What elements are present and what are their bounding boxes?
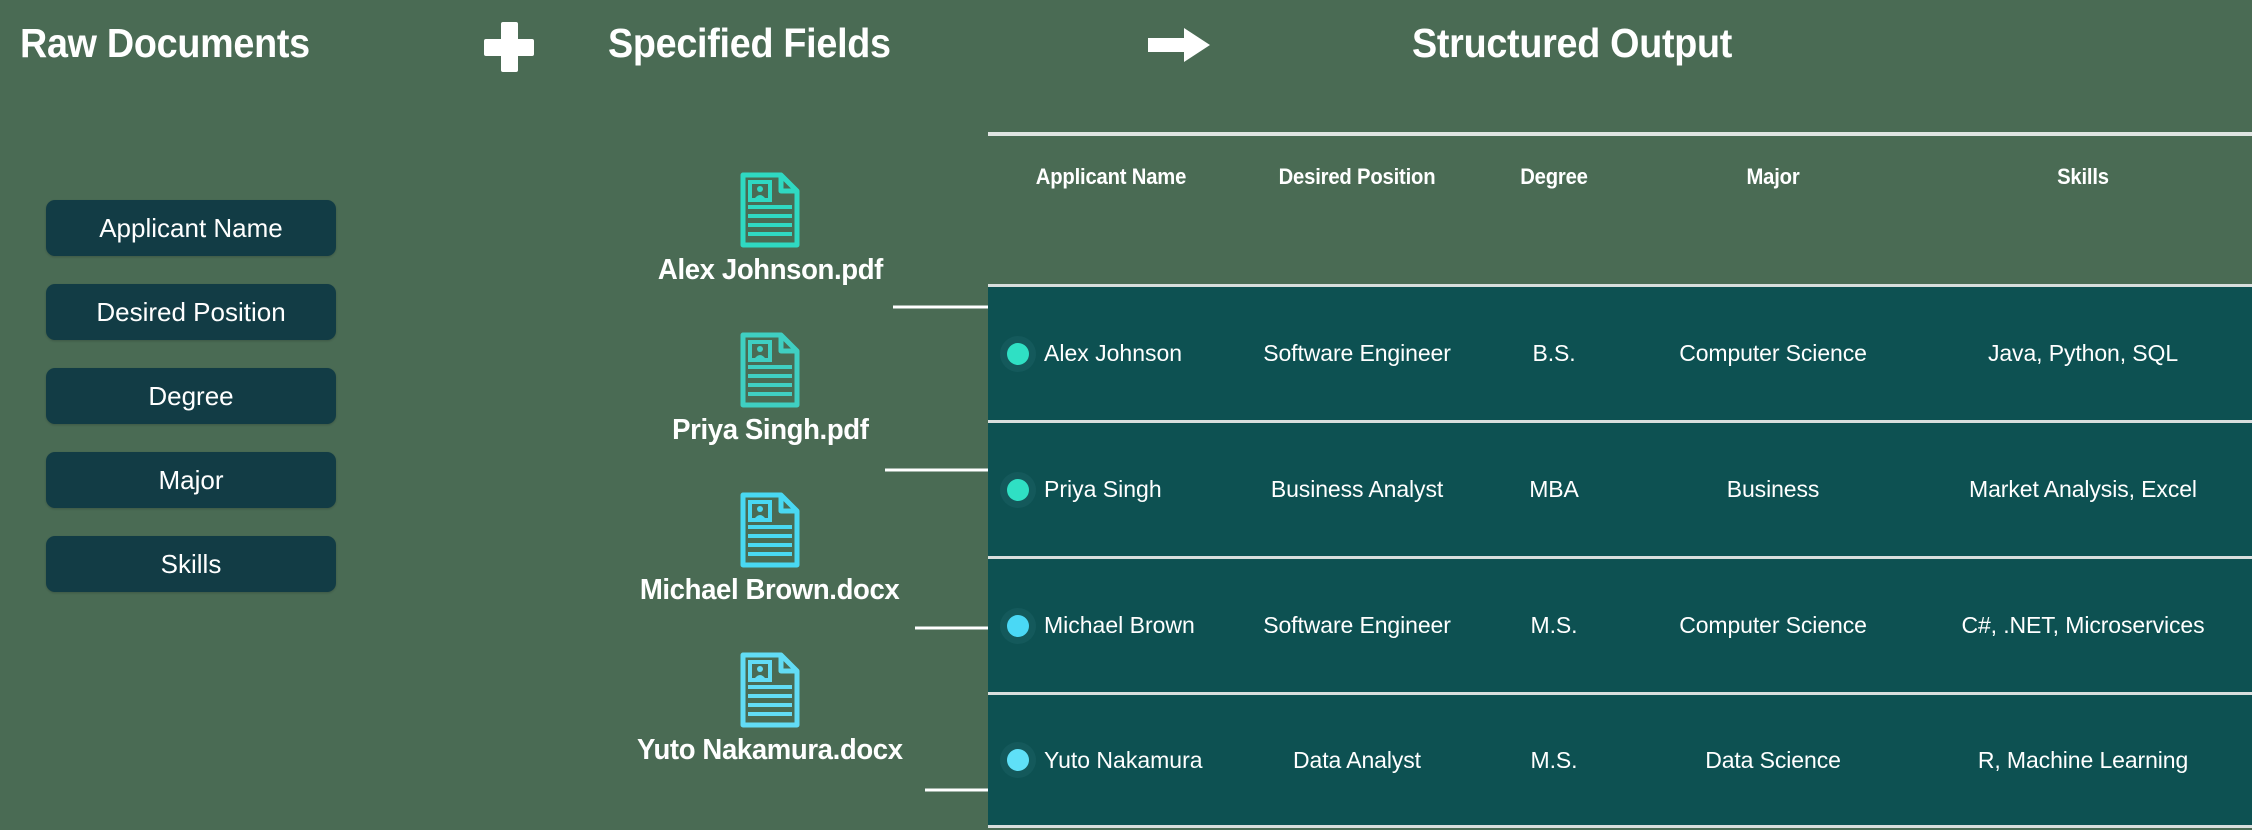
- cell-applicant-name: Yuto Nakamura: [988, 742, 1234, 778]
- column-header-desired-position: Desired Position: [1278, 164, 1436, 189]
- table-row[interactable]: Yuto Nakamura Data Analyst M.S. Data Sci…: [988, 692, 2252, 828]
- arrow-right-icon: [1148, 28, 1212, 62]
- row-bullet-icon: [1000, 607, 1036, 644]
- cell-applicant-name: Priya Singh: [988, 471, 1234, 508]
- cell-major: Business: [1726, 476, 1820, 502]
- field-chip-applicant-name[interactable]: Applicant Name: [46, 200, 336, 256]
- table-header-row: Applicant Name Desired Position Degree M…: [988, 136, 2252, 218]
- cell-applicant-name: Michael Brown: [988, 607, 1234, 644]
- resume-document-icon: [740, 652, 800, 728]
- structured-output-table: Applicant Name Desired Position Degree M…: [988, 132, 2252, 830]
- headings-bar: Raw Documents Specified Fields Structure…: [0, 0, 2252, 88]
- arrow-shaft: [1148, 38, 1188, 52]
- cell-degree: MBA: [1529, 476, 1579, 502]
- document-filename: Michael Brown.docx: [640, 574, 900, 606]
- applicant-name-text: Michael Brown: [1044, 612, 1195, 638]
- row-bullet-icon: [1000, 335, 1036, 372]
- field-chip-desired-position[interactable]: Desired Position: [46, 284, 336, 340]
- cell-major: Data Science: [1705, 746, 1841, 773]
- cell-major: Computer Science: [1679, 612, 1867, 638]
- heading-raw-documents: Raw Documents: [20, 20, 310, 66]
- cell-desired-position: Business Analyst: [1270, 476, 1444, 502]
- field-chip-label: Skills: [160, 548, 222, 579]
- heading-structured-output: Structured Output: [1412, 20, 1733, 66]
- cell-degree: M.S.: [1530, 612, 1578, 638]
- column-header-major: Major: [1746, 164, 1800, 189]
- field-chip-label: Degree: [148, 380, 234, 411]
- document-item[interactable]: Michael Brown.docx: [560, 492, 980, 652]
- cell-major: Computer Science: [1679, 340, 1867, 366]
- resume-document-icon: [740, 172, 800, 248]
- raw-documents-list: Alex Johnson.pdf Priya Singh.pdf Michael…: [560, 172, 980, 812]
- applicant-name-text: Alex Johnson: [1044, 340, 1183, 366]
- document-item[interactable]: Alex Johnson.pdf: [560, 172, 980, 332]
- table-row[interactable]: Priya Singh Business Analyst MBA Busines…: [988, 420, 2252, 556]
- heading-specified-fields: Specified Fields: [608, 20, 891, 66]
- cell-degree: B.S.: [1532, 340, 1576, 366]
- cell-desired-position: Software Engineer: [1263, 612, 1451, 638]
- cell-skills: Java, Python, SQL: [1987, 340, 2179, 366]
- column-header-degree: Degree: [1520, 164, 1588, 189]
- document-filename: Alex Johnson.pdf: [657, 254, 883, 286]
- field-chip-label: Desired Position: [96, 296, 286, 327]
- field-chip-major[interactable]: Major: [46, 452, 336, 508]
- plus-icon: [482, 20, 536, 74]
- cell-desired-position: Software Engineer: [1263, 340, 1451, 366]
- row-bullet-icon: [1000, 471, 1036, 508]
- cell-applicant-name: Alex Johnson: [988, 335, 1234, 372]
- cell-skills: C#, .NET, Microservices: [1961, 612, 2205, 638]
- field-chip-label: Major: [158, 464, 224, 495]
- table-row[interactable]: Alex Johnson Software Engineer B.S. Comp…: [988, 284, 2252, 420]
- resume-document-icon: [740, 332, 800, 408]
- document-filename: Priya Singh.pdf: [671, 414, 869, 446]
- field-chip-degree[interactable]: Degree: [46, 368, 336, 424]
- field-chip-label: Applicant Name: [99, 212, 283, 243]
- table-row[interactable]: Michael Brown Software Engineer M.S. Com…: [988, 556, 2252, 692]
- specified-fields-list: Applicant Name Desired Position Degree M…: [46, 200, 336, 620]
- resume-document-icon: [740, 492, 800, 568]
- cell-degree: M.S.: [1530, 746, 1578, 773]
- column-header-skills: Skills: [2057, 164, 2109, 189]
- table-body: Alex Johnson Software Engineer B.S. Comp…: [988, 284, 2252, 828]
- arrow-head: [1184, 28, 1210, 62]
- document-item[interactable]: Yuto Nakamura.docx: [560, 652, 980, 812]
- document-filename: Yuto Nakamura.docx: [637, 734, 903, 766]
- column-header-applicant-name: Applicant Name: [1035, 164, 1187, 189]
- cell-desired-position: Data Analyst: [1293, 746, 1421, 773]
- cell-skills: Market Analysis, Excel: [1969, 476, 2197, 502]
- document-item[interactable]: Priya Singh.pdf: [560, 332, 980, 492]
- cell-skills: R, Machine Learning: [1977, 746, 2189, 773]
- applicant-name-text: Yuto Nakamura: [1044, 746, 1203, 773]
- applicant-name-text: Priya Singh: [1044, 476, 1162, 502]
- row-bullet-icon: [1000, 742, 1036, 778]
- field-chip-skills[interactable]: Skills: [46, 536, 336, 592]
